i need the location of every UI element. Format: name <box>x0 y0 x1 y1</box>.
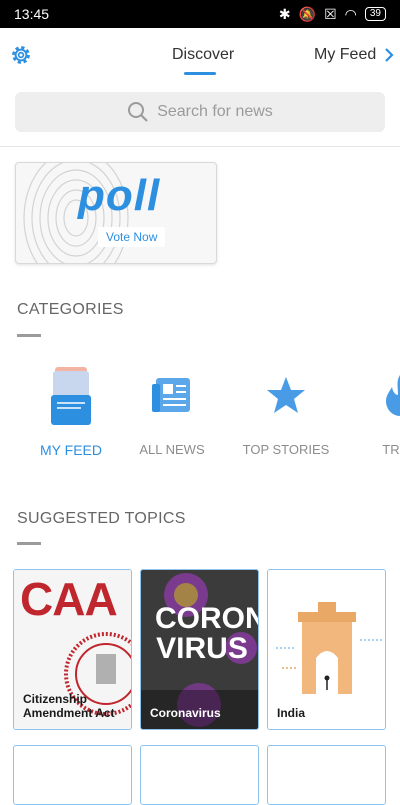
poll-title: poll <box>78 171 161 220</box>
header-divider <box>0 146 400 147</box>
topic-label: Citizenship Amendment Act <box>23 692 115 720</box>
category-top-stories[interactable]: TOP STORIES <box>231 360 341 457</box>
bluetooth-icon: ✱ <box>278 5 291 22</box>
suggested-topics-title: SUGGESTED TOPICS <box>17 510 186 527</box>
wifi-icon: ◠ <box>344 5 357 22</box>
topic-card-row2-2[interactable] <box>140 745 259 805</box>
category-trending[interactable]: TREN <box>345 360 400 457</box>
search-input[interactable]: Search for news <box>15 92 385 132</box>
status-time: 13:45 <box>14 6 50 22</box>
category-label: TOP STORIES <box>242 442 330 457</box>
caa-image-text: CAA <box>20 573 118 625</box>
topic-card-coronavirus[interactable]: CORONA VIRUS Coronavirus <box>140 569 259 730</box>
tab-my-feed[interactable]: My Feed <box>314 46 394 64</box>
tab-active-indicator <box>184 72 216 75</box>
top-header: Discover My Feed <box>0 28 400 84</box>
categories-title-bar <box>17 334 41 337</box>
category-all-news[interactable]: ALL NEWS <box>117 360 227 457</box>
star-icon <box>267 377 305 413</box>
topic-card-row2-3[interactable] <box>267 745 386 805</box>
topic-label: India <box>277 706 306 720</box>
vote-now-button[interactable]: Vote Now <box>98 227 166 247</box>
gear-icon[interactable] <box>8 42 34 68</box>
topic-card-india[interactable]: India <box>267 569 386 730</box>
sim-icon: ☒ <box>324 5 337 22</box>
status-icons: ✱ 🔕 ☒ ◠ 39 <box>279 6 386 23</box>
poll-card[interactable]: poll Vote Now <box>15 162 217 264</box>
suggested-topics-title-bar <box>17 542 41 545</box>
mute-icon: 🔕 <box>298 5 317 22</box>
tab-my-feed-label: My Feed <box>314 46 377 63</box>
category-my-feed[interactable]: MY FEED <box>16 360 126 458</box>
category-label: TREN <box>382 442 400 457</box>
coronavirus-image-text: CORONA VIRUS <box>155 602 258 665</box>
category-label: ALL NEWS <box>139 442 205 457</box>
tab-discover[interactable]: Discover <box>172 46 234 64</box>
category-label: MY FEED <box>40 442 102 458</box>
flame-icon <box>386 375 400 416</box>
search-icon <box>128 102 148 122</box>
newspaper-icon <box>152 378 190 412</box>
battery-icon: 39 <box>364 7 386 21</box>
my-feed-icon <box>51 367 91 425</box>
categories-title: CATEGORIES <box>17 301 124 318</box>
topic-card-row2-1[interactable] <box>13 745 132 805</box>
topic-label: Coronavirus <box>150 706 221 720</box>
search-placeholder: Search for news <box>157 103 273 120</box>
chevron-right-icon <box>385 48 394 62</box>
status-bar: 13:45 ✱ 🔕 ☒ ◠ 39 <box>0 0 400 28</box>
topic-card-caa[interactable]: CAA Citizenship Amendment Act <box>13 569 132 730</box>
